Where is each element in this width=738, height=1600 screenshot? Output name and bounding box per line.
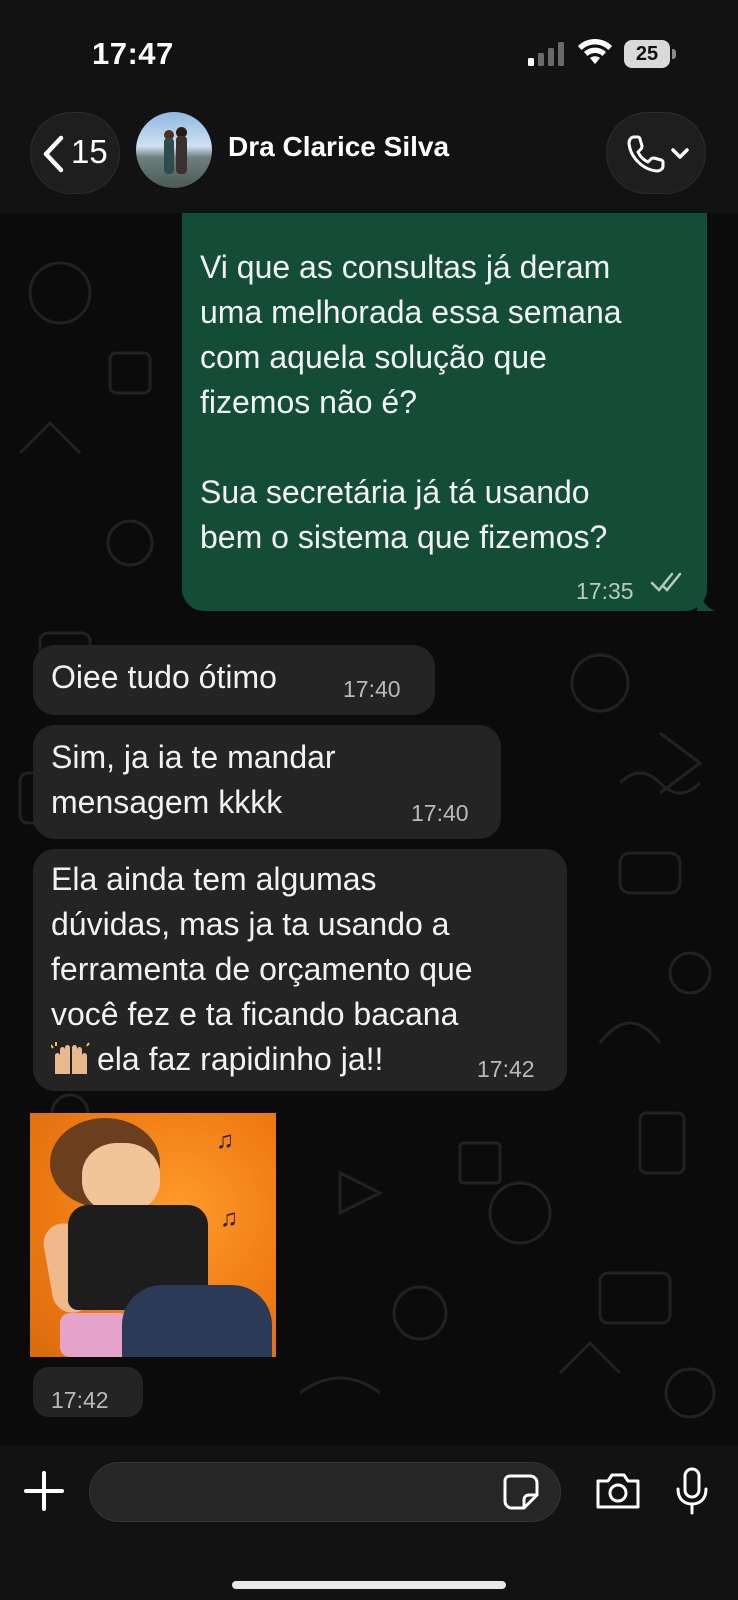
message-time: 17:42 — [51, 1387, 109, 1413]
message-text-lines: Ela ainda tem algumas dúvidas, mas ja ta… — [51, 861, 473, 1032]
sticker-pants — [60, 1313, 130, 1357]
phone-icon — [627, 135, 665, 173]
sticker-face — [82, 1143, 160, 1213]
sticker-object — [122, 1285, 272, 1357]
message-text: Oiee tudo ótimo — [51, 659, 277, 695]
camera-icon[interactable] — [594, 1471, 642, 1511]
sticker-image[interactable]: ♫ ♫ — [30, 1113, 276, 1357]
avatar-figure — [176, 136, 187, 174]
message-time: 17:40 — [411, 800, 469, 826]
message-text: Vi que as consultas já deram uma melhora… — [200, 249, 622, 555]
status-time: 17:47 — [92, 36, 174, 71]
wifi-icon — [578, 38, 612, 64]
signal-icon — [528, 42, 564, 66]
chevron-down-icon — [671, 148, 689, 159]
message-outgoing[interactable]: Vi que as consultas já deram uma melhora… — [182, 213, 715, 611]
bubble-tail — [697, 583, 715, 611]
music-note-icon: ♫ — [216, 1127, 234, 1154]
unread-count: 15 — [71, 133, 108, 170]
message-input[interactable] — [89, 1462, 561, 1522]
chat-header: 15 Dra Clarice Silva — [0, 105, 738, 213]
plus-icon[interactable] — [22, 1469, 66, 1513]
message-incoming[interactable]: Ela ainda tem algumas dúvidas, mas ja ta… — [33, 849, 567, 1091]
message-text: Ela ainda tem algumas dúvidas, mas ja ta… — [51, 857, 551, 1082]
avatar[interactable] — [136, 112, 212, 188]
message-time: 17:40 — [343, 676, 401, 702]
chevron-left-icon — [43, 135, 64, 173]
microphone-icon[interactable] — [675, 1467, 709, 1515]
avatar-figure — [164, 138, 174, 174]
message-time-badge: 17:42 — [33, 1367, 143, 1417]
battery-icon: 25 — [624, 40, 676, 68]
battery-tip — [672, 49, 676, 59]
battery-level: 25 — [624, 40, 670, 68]
message-text-last: ela faz rapidinho ja!! — [97, 1041, 384, 1077]
chat-area[interactable]: Vi que as consultas já deram uma melhora… — [0, 213, 738, 1445]
raising-hands-emoji-icon — [51, 1042, 90, 1074]
home-indicator — [232, 1581, 506, 1589]
message-time: 17:42 — [477, 1056, 535, 1082]
call-button[interactable] — [606, 112, 706, 194]
message-text: Sim, ja ia te mandar mensagem kkkk — [51, 739, 336, 820]
status-bar: 17:47 25 — [0, 0, 738, 105]
message-incoming[interactable]: Sim, ja ia te mandar mensagem kkkk 17:40 — [33, 725, 501, 839]
sticker-icon[interactable] — [502, 1473, 540, 1511]
message-time: 17:35 — [576, 578, 634, 604]
music-note-icon: ♫ — [220, 1205, 238, 1232]
double-check-icon — [650, 572, 682, 592]
message-incoming[interactable]: Oiee tudo ótimo 17:40 — [33, 645, 435, 715]
contact-name[interactable]: Dra Clarice Silva — [228, 131, 449, 163]
back-button[interactable]: 15 — [30, 112, 120, 194]
input-bar — [0, 1445, 738, 1600]
